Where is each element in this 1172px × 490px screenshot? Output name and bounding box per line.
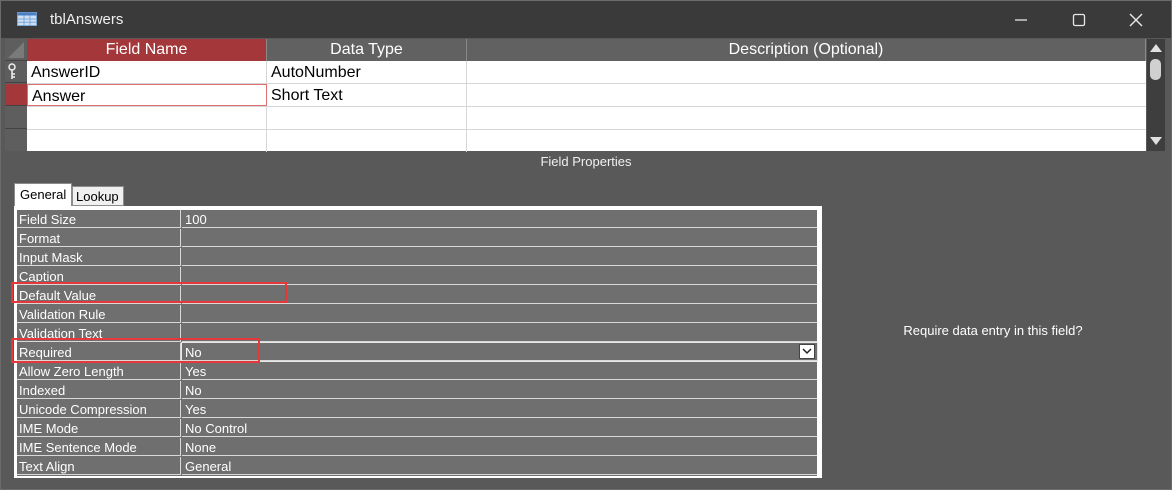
field-row-selected[interactable]: Answer Short Text	[27, 84, 1146, 107]
property-name: IME Mode	[17, 419, 181, 437]
property-value[interactable]: Yes	[182, 400, 817, 418]
minimize-button[interactable]	[998, 1, 1044, 38]
property-name: Input Mask	[17, 248, 181, 266]
property-value[interactable]: None	[182, 438, 817, 456]
field-row[interactable]	[27, 107, 1146, 130]
property-value[interactable]: Yes	[182, 362, 817, 380]
minimize-icon	[1015, 18, 1027, 21]
column-header-data-type[interactable]: Data Type	[267, 39, 467, 61]
scroll-up-icon[interactable]	[1150, 44, 1162, 52]
table-design-window: tblAnswers Field Name Data Type Descript…	[0, 0, 1172, 490]
maximize-button[interactable]	[1056, 1, 1102, 38]
field-name-cell-active[interactable]: Answer	[27, 84, 267, 106]
property-row[interactable]: Text Align General	[17, 457, 817, 476]
highlight-required	[11, 338, 260, 363]
property-name: Format	[17, 229, 181, 247]
data-type-cell[interactable]: AutoNumber	[267, 61, 467, 83]
property-value[interactable]: General	[182, 457, 817, 475]
dropdown-chevron-icon[interactable]	[799, 344, 815, 359]
row-selector-answer[interactable]	[5, 84, 27, 106]
maximize-icon	[1072, 13, 1086, 26]
field-row[interactable]	[27, 130, 1146, 152]
property-name: IME Sentence Mode	[17, 438, 181, 456]
field-name-cell[interactable]	[27, 130, 267, 152]
property-name: Field Size	[17, 210, 181, 228]
property-row[interactable]: Field Size 100	[17, 210, 817, 229]
field-properties-label: Field Properties	[540, 154, 632, 169]
property-row[interactable]: Validation Rule	[17, 305, 817, 324]
property-value[interactable]	[182, 229, 817, 247]
description-cell[interactable]	[467, 130, 1146, 152]
window-title: tblAnswers	[50, 11, 124, 28]
scroll-thumb[interactable]	[1150, 59, 1161, 80]
close-icon	[1129, 13, 1143, 26]
data-type-cell[interactable]: Short Text	[267, 84, 467, 106]
field-row[interactable]: AnswerID AutoNumber	[27, 61, 1146, 84]
property-row[interactable]: Indexed No	[17, 381, 817, 400]
row-selector-answerid[interactable]	[5, 61, 27, 83]
property-row[interactable]: Input Mask	[17, 248, 817, 267]
property-value[interactable]: No	[181, 342, 818, 362]
property-name: Indexed	[17, 381, 181, 399]
column-header-field-name[interactable]: Field Name	[27, 39, 267, 61]
property-value[interactable]	[182, 305, 817, 323]
select-all-corner[interactable]	[5, 39, 27, 61]
property-value[interactable]: No	[182, 381, 817, 399]
property-row[interactable]: Format	[17, 229, 817, 248]
grid-vertical-scrollbar[interactable]	[1147, 39, 1165, 151]
property-value[interactable]: 100	[182, 210, 817, 228]
field-name-cell[interactable]: AnswerID	[27, 61, 267, 83]
primary-key-icon	[8, 63, 16, 79]
property-name: Text Align	[17, 457, 181, 475]
description-cell[interactable]	[467, 84, 1146, 106]
property-row[interactable]: IME Mode No Control	[17, 419, 817, 438]
data-type-cell[interactable]	[267, 130, 467, 152]
description-cell[interactable]	[467, 107, 1146, 129]
title-bar[interactable]: tblAnswers	[1, 1, 1171, 38]
field-name-cell[interactable]	[27, 107, 267, 129]
property-name: Validation Rule	[17, 305, 181, 323]
property-row[interactable]: Unicode Compression Yes	[17, 400, 817, 419]
description-cell[interactable]	[467, 61, 1146, 83]
property-value[interactable]	[182, 248, 817, 266]
property-name: Allow Zero Length	[17, 362, 181, 380]
column-header-description[interactable]: Description (Optional)	[467, 39, 1146, 61]
property-value[interactable]	[182, 324, 817, 342]
field-grid: Field Name Data Type Description (Option…	[5, 39, 1146, 152]
data-type-cell[interactable]	[267, 107, 467, 129]
property-name: Unicode Compression	[17, 400, 181, 418]
corner-triangle-icon	[8, 42, 24, 58]
property-help-text: Require data entry in this field?	[903, 323, 1083, 338]
row-selector-empty[interactable]	[5, 107, 27, 129]
property-row[interactable]: IME Sentence Mode None	[17, 438, 817, 457]
scroll-down-icon[interactable]	[1150, 137, 1162, 145]
property-row[interactable]: Allow Zero Length Yes	[17, 362, 817, 381]
close-button[interactable]	[1113, 1, 1159, 38]
tab-lookup[interactable]: Lookup	[72, 186, 124, 206]
property-value[interactable]: No Control	[182, 419, 817, 437]
table-icon	[17, 12, 37, 26]
tab-general[interactable]: General	[14, 183, 72, 207]
highlight-default-value	[11, 282, 287, 303]
